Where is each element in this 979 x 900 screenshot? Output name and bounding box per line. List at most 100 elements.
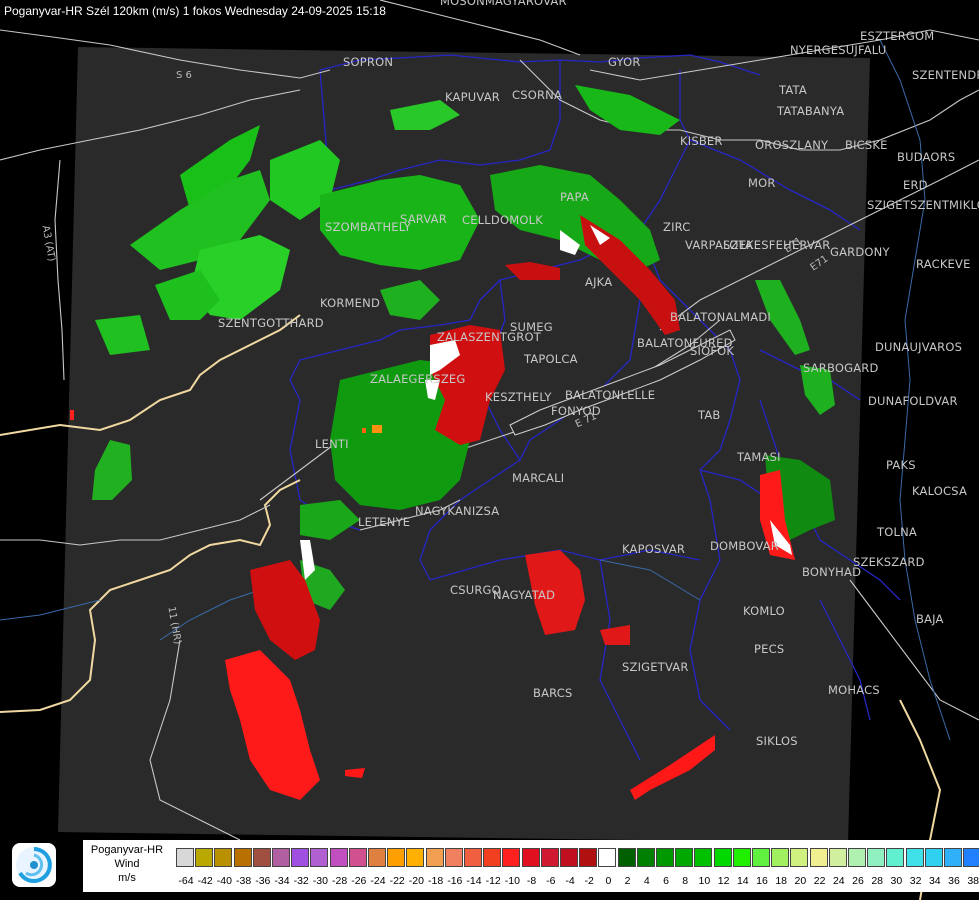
city-label: KALOCSA	[912, 484, 968, 498]
city-label: ERD	[903, 178, 928, 192]
legend-tick: -64	[178, 875, 194, 887]
legend-tick: -36	[255, 875, 271, 887]
city-label: GARDONY	[830, 245, 890, 259]
legend-swatch	[310, 848, 329, 867]
legend-tick: 6	[663, 875, 669, 887]
city-label: SZOMBATHELY	[325, 220, 412, 234]
legend-tick: 32	[909, 875, 922, 887]
legend-tick: -40	[216, 875, 232, 887]
logo-icon	[12, 843, 56, 887]
legend-swatch	[387, 848, 406, 867]
city-label: KOMLO	[743, 604, 785, 618]
city-label: DUNAFOLDVAR	[868, 394, 958, 408]
legend-tick: 4	[643, 875, 650, 887]
legend-tick: -8	[526, 875, 537, 887]
legend-swatch	[406, 848, 425, 867]
city-label: SOPRON	[343, 55, 394, 69]
city-label: GYOR	[608, 55, 641, 69]
legend-swatch	[656, 848, 674, 867]
city-label: SARBOGARD	[803, 361, 879, 375]
legend-tick: 18	[775, 875, 788, 887]
city-label: KORMEND	[320, 296, 381, 310]
legend-tick: -26	[351, 875, 367, 887]
city-label: BICSKE	[845, 138, 888, 152]
legend-tick: 0	[605, 875, 612, 887]
legend-swatch	[675, 848, 694, 867]
legend-swatch	[214, 848, 233, 867]
city-label: SIOFOK	[690, 344, 735, 358]
city-label: RACKEVE	[916, 257, 971, 271]
legend-swatch	[617, 848, 636, 867]
legend-swatch	[598, 848, 617, 867]
city-label: NAGYKANIZSA	[415, 504, 500, 518]
legend-swatch	[502, 848, 521, 867]
legend-swatch	[905, 848, 924, 867]
legend-tick: -2	[584, 875, 594, 887]
legend-swatch	[752, 848, 770, 867]
city-label: BUDAORS	[897, 150, 956, 164]
legend-tick: 2	[624, 875, 631, 887]
city-label: AJKA	[585, 275, 613, 289]
city-label: LENTI	[315, 437, 349, 451]
legend-tick: 14	[736, 875, 749, 887]
legend-swatch	[272, 848, 290, 867]
legend-tick: -6	[546, 875, 556, 887]
legend-swatch	[944, 848, 962, 867]
legend-tick: 8	[682, 875, 689, 887]
legend-swatch	[540, 848, 559, 867]
city-label: NAGYATAD	[493, 588, 556, 602]
legend-swatch	[176, 848, 194, 867]
city-label: MARCALI	[512, 471, 565, 485]
city-label: SZENTENDRE	[912, 68, 979, 82]
legend-swatch	[694, 848, 713, 867]
city-label: TATABANYA	[777, 104, 845, 118]
legend-swatch	[828, 848, 847, 867]
legend-tick: 28	[871, 875, 884, 887]
legend-swatch	[329, 848, 348, 867]
legend-source: Poganyvar-HR	[90, 844, 164, 856]
legend-tick: 30	[890, 875, 903, 887]
legend-swatch	[368, 848, 386, 867]
legend-swatch	[195, 848, 214, 867]
city-label: ZIRC	[663, 220, 691, 234]
legend-swatch	[963, 848, 979, 867]
city-label: KISBER	[680, 134, 723, 148]
legend-tick: -10	[504, 875, 520, 887]
city-label: BONYHAD	[802, 565, 862, 579]
legend-tick: 20	[794, 875, 807, 887]
legend-swatch	[291, 848, 310, 867]
legend-unit: m/s	[118, 872, 136, 884]
legend-tick: -32	[293, 875, 309, 887]
city-label: LETENYE	[358, 515, 411, 529]
legend-tick: -16	[447, 875, 463, 887]
city-label: MOR	[748, 176, 776, 190]
page-title: Poganyvar-HR Szél 120km (m/s) 1 fokos We…	[4, 4, 386, 18]
city-label: PECS	[754, 642, 785, 656]
city-label: TAB	[698, 408, 721, 422]
city-label: DUNAUJVAROS	[875, 340, 963, 354]
city-label: ZALASZENTGROT	[437, 330, 541, 344]
city-label: PAPA	[560, 190, 589, 204]
city-label: MOSONMAGYARÓVÁR	[440, 0, 567, 8]
city-label: TAPOLCA	[524, 352, 578, 366]
legend-tick: 10	[698, 875, 711, 887]
legend-tick: 34	[928, 875, 941, 887]
legend-tick: -24	[370, 875, 386, 887]
legend-swatch	[560, 848, 578, 867]
legend-tick: 26	[852, 875, 864, 887]
city-label: TAMASI	[737, 450, 781, 464]
legend-title: Poganyvar-HR Wind m/s	[86, 843, 168, 885]
legend-swatch	[809, 848, 828, 867]
legend-swatch	[483, 848, 502, 867]
legend-swatch	[713, 848, 732, 867]
legend-tick: -28	[332, 875, 348, 887]
legend-tick: -20	[408, 875, 424, 887]
city-label: PAKS	[886, 458, 916, 472]
city-label: MOHACS	[828, 683, 880, 697]
legend-tick: -22	[389, 875, 405, 887]
legend-swatch	[425, 848, 444, 867]
city-label: DOMBOVAR	[710, 539, 779, 553]
legend-swatch	[886, 848, 905, 867]
legend-tick: 22	[813, 875, 826, 887]
city-label: TOLNA	[877, 525, 917, 539]
